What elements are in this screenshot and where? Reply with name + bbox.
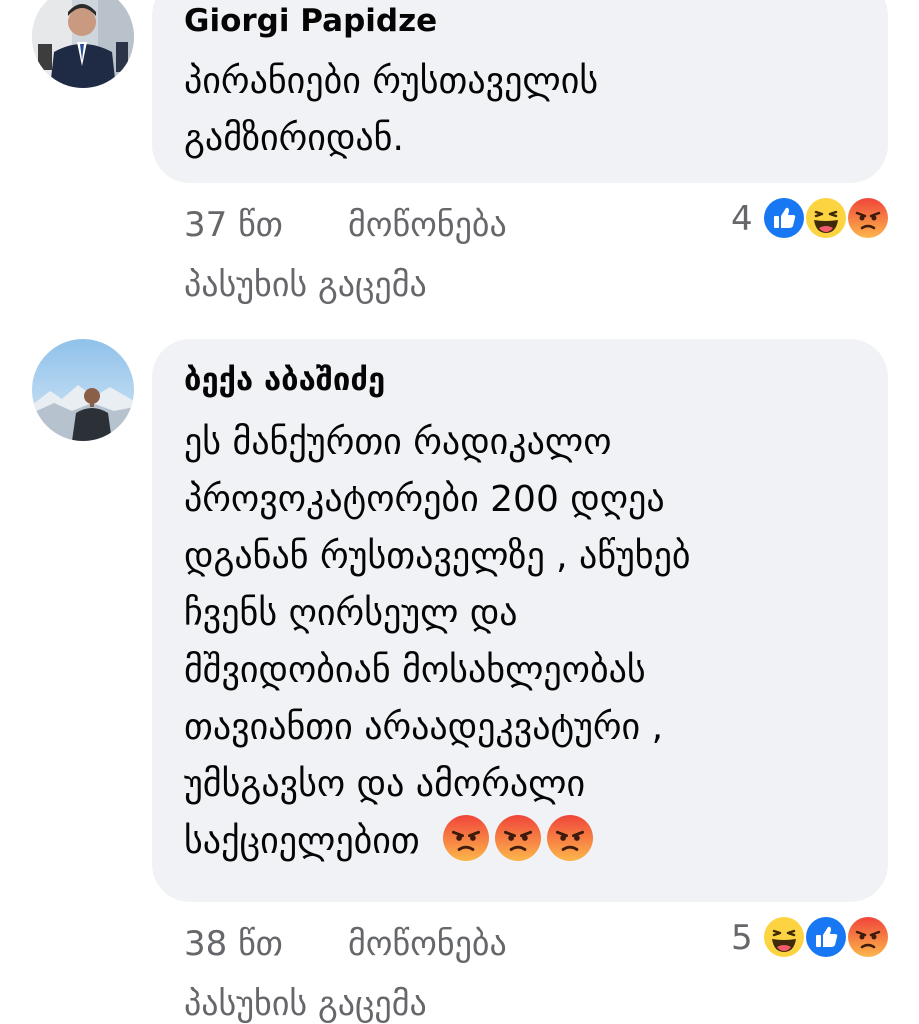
- avatar-photo: [32, 339, 134, 441]
- comment-text-line: პროვოკატორები 200 დღეა: [184, 479, 665, 520]
- reactions-summary[interactable]: [762, 915, 892, 959]
- comment-text-line: გამზირიდან.: [184, 118, 404, 159]
- haha-icon: [804, 196, 848, 240]
- avatar[interactable]: [32, 0, 134, 88]
- comment-text-line: მშვიდობიან მოსახლეობას: [184, 650, 646, 691]
- like-icon: [804, 915, 848, 959]
- like-icon: [762, 196, 806, 240]
- avatar-photo: [32, 0, 134, 88]
- comment-text-last-words: საქციელებით: [184, 821, 420, 862]
- comment-timestamp[interactable]: 37 წთ: [184, 205, 283, 245]
- comments-thread: Giorgi Papidze პირანიები რუსთაველის გამზ…: [0, 0, 919, 1024]
- comment-text-line: ჩვენს ღირსეულ და: [184, 593, 518, 634]
- comment-text-line: დგანან რუსთაველზე , აწუხებ: [184, 536, 691, 577]
- avatar[interactable]: [32, 339, 134, 441]
- reaction-count[interactable]: 5: [731, 918, 753, 958]
- reaction-count[interactable]: 4: [731, 199, 753, 239]
- reply-button[interactable]: პასუხის გაცემა: [184, 265, 427, 305]
- angry-emoji: [495, 815, 542, 861]
- comment-author[interactable]: ბექა აბაშიძე: [184, 362, 385, 398]
- angry-icon: [846, 915, 890, 959]
- comment-text-line: პირანიები რუსთაველის: [184, 61, 599, 102]
- comment-text: ეს მანქურთი რადიკალო პროვოკატორები 200 დ…: [184, 414, 691, 870]
- comment-timestamp[interactable]: 38 წთ: [184, 924, 283, 964]
- comment-text-line: საქციელებით: [184, 813, 691, 870]
- angry-emoji: [443, 815, 490, 861]
- reactions-summary[interactable]: [762, 196, 892, 240]
- comment-text-line: უმსგავსო და ამორალი: [184, 764, 586, 805]
- reply-button[interactable]: პასუხის გაცემა: [184, 984, 427, 1024]
- comment-text-line: თავიანთი არაადეკვატური ,: [184, 707, 664, 748]
- angry-icon: [846, 196, 890, 240]
- like-button[interactable]: მოწონება: [348, 924, 507, 964]
- haha-icon: [762, 915, 806, 959]
- angry-emoji: [547, 815, 594, 861]
- like-button[interactable]: მოწონება: [348, 205, 507, 245]
- comment-text: პირანიები რუსთაველის გამზირიდან.: [184, 53, 598, 167]
- comment-text-line: ეს მანქურთი რადიკალო: [184, 422, 612, 463]
- comment-author[interactable]: Giorgi Papidze: [184, 3, 437, 39]
